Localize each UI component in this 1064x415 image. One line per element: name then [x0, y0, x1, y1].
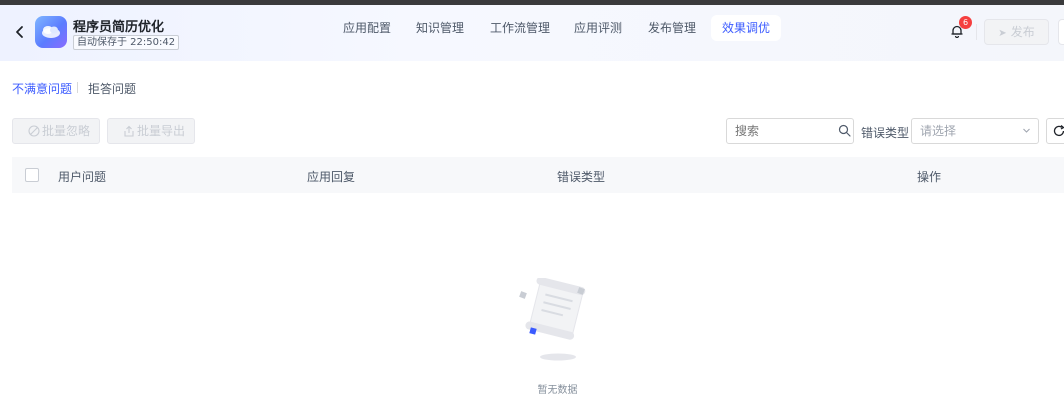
search-input[interactable]	[726, 118, 854, 144]
send-icon: ➤	[998, 28, 1007, 39]
ignore-icon	[28, 125, 40, 137]
column-header-app-reply: 应用回复	[307, 170, 356, 184]
header-divider	[976, 24, 977, 40]
cloud-icon	[42, 26, 60, 38]
tab-knowledge[interactable]: 知识管理	[413, 15, 467, 41]
refresh-icon	[1053, 124, 1064, 137]
empty-state-text: 暂无数据	[537, 385, 578, 396]
app-title: 程序员简历优化	[73, 20, 165, 35]
error-type-label: 错误类型	[861, 126, 910, 140]
publish-label: 发布	[1010, 25, 1035, 39]
batch-ignore-label: 批量忽略	[42, 124, 91, 138]
notification-badge: 6	[959, 16, 972, 29]
app-logo	[35, 16, 67, 48]
batch-export-button[interactable]: 批量导出	[107, 118, 195, 144]
column-header-error-type: 错误类型	[557, 170, 606, 184]
subtab-rejected[interactable]: 拒答问题	[88, 80, 136, 97]
batch-export-label: 批量导出	[137, 124, 186, 138]
error-type-select[interactable]: 请选择	[911, 118, 1039, 144]
column-header-actions: 操作	[917, 170, 942, 184]
tab-app-config[interactable]: 应用配置	[340, 15, 394, 41]
publish-button[interactable]: ➤ 发布	[984, 19, 1049, 45]
tab-evaluation[interactable]: 应用评测	[571, 15, 625, 41]
more-button[interactable]	[1058, 19, 1064, 45]
search-icon	[838, 124, 851, 137]
tab-tuning[interactable]: 效果调优	[711, 15, 781, 41]
subtab-divider	[77, 82, 78, 93]
tab-publish-manage[interactable]: 发布管理	[645, 15, 699, 41]
export-icon	[124, 125, 134, 137]
table-header	[12, 157, 1064, 193]
refresh-button[interactable]	[1046, 118, 1064, 144]
column-header-user-question: 用户问题	[58, 170, 107, 184]
batch-ignore-button[interactable]: 批量忽略	[12, 118, 100, 144]
autosave-status: 自动保存于 22:50:42	[73, 35, 180, 50]
empty-state-illustration	[519, 278, 586, 361]
chevron-down-icon	[1023, 128, 1030, 133]
subtab-unsatisfied[interactable]: 不满意问题	[12, 80, 72, 97]
back-arrow-icon[interactable]	[12, 24, 28, 40]
tab-workflow[interactable]: 工作流管理	[487, 15, 553, 41]
select-all-checkbox[interactable]	[25, 168, 39, 182]
